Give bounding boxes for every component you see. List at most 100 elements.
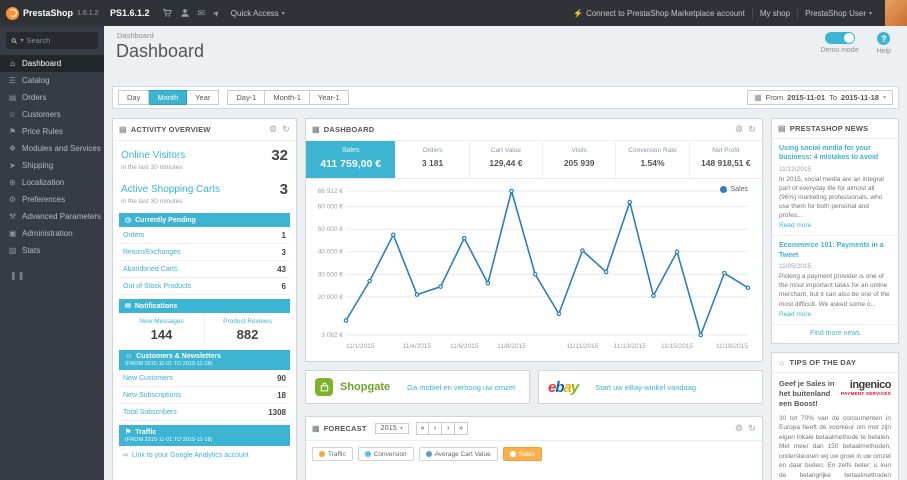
abandoned-carts-link[interactable]: Abandoned Carts [123,266,177,273]
svg-text:11/6/2015: 11/6/2015 [450,343,479,350]
panel-title: FORECAST [323,424,367,433]
last-page-icon[interactable]: » [455,422,469,435]
catalog-icon: ☰ [8,76,17,85]
filter-year-1-button[interactable]: Year-1 [309,90,349,105]
filter-day-1-button[interactable]: Day-1 [227,90,266,105]
toggle-label: Conversion [373,450,407,458]
shop-name-link[interactable]: PS1.6.1.2 [110,8,150,18]
sidebar-item-dashboard[interactable]: ⌂ Dashboard [0,55,104,72]
shopgate-promo: Shopgate Ga mobiel en verhoog uw omzet [305,370,530,404]
kpi-label: Sales [341,147,360,154]
forecast-sales-toggle[interactable]: Sales [502,447,542,461]
divider [751,7,753,19]
sidebar-item-catalog[interactable]: ☰ Catalog [0,72,104,89]
news-title-link[interactable]: Ecommerce 101: Payments in a Tweet [779,241,891,260]
filter-month-1-button[interactable]: Month-1 [265,90,310,105]
news-title-link[interactable]: Using social media for your business: 4 … [779,144,891,163]
new-customers-row: New Customers 90 [119,370,290,387]
first-page-icon[interactable]: « [416,422,430,435]
new-customers-link[interactable]: New Customers [123,375,173,382]
sidebar-item-orders[interactable]: ▤ Orders [0,89,104,106]
sidebar-item-localization[interactable]: ⊕ Localization [0,174,104,191]
gear-icon[interactable]: ⚙ [735,124,743,135]
my-shop-link[interactable]: My shop [760,9,790,18]
sidebar-item-price-rules[interactable]: ⚑ Price Rules [0,123,104,140]
filter-year-button[interactable]: Year [187,90,220,105]
user-menu[interactable]: PrestaShop User ▾ [805,9,872,18]
gear-icon[interactable]: ⚙ [735,423,743,434]
customers-notifications-icon[interactable] [180,8,190,18]
refresh-icon[interactable]: ↻ [748,423,756,434]
clock-icon: ◷ [125,217,132,224]
product-reviews-stat[interactable]: Product Reviews 882 [204,313,290,346]
help-icon[interactable]: ? [877,32,891,45]
sidebar: ▾ ⌂ Dashboard ☰ Catalog ▤ Orders ☺ Customers… [0,26,104,480]
filter-day-button[interactable]: Day [118,90,150,105]
kpi-conversion-rate[interactable]: Conversion Rate 1.54% [616,141,690,178]
marketplace-link[interactable]: ⚡ Connect to PrestaShop Marketplace acco… [573,9,745,18]
shopgate-link[interactable]: Ga mobiel en verhoog uw omzet [407,383,515,392]
quick-access-menu[interactable]: Quick Access ▾ [231,9,285,18]
forecast-average-cart-toggle[interactable]: Average Cart Value [418,447,498,461]
online-visitors-link[interactable]: Online Visitors [121,150,185,161]
sidebar-item-modules[interactable]: ❖ Modules and Services [0,140,104,157]
kpi-net-profit[interactable]: Net Profit 148 918,51 € [690,141,762,178]
search-input[interactable] [26,36,93,45]
filter-month-button[interactable]: Month [149,90,188,105]
next-page-icon[interactable]: › [442,422,456,435]
find-more-news-link[interactable]: Find more news [772,323,898,343]
chart-icon: ▧ [8,246,17,255]
sidebar-item-administration[interactable]: ▣ Administration [0,225,104,242]
kpi-orders[interactable]: Orders 3 181 [396,141,470,178]
calendar-icon: ▦ [754,93,762,102]
read-more-link[interactable]: Read more [779,311,891,318]
prestashop-brand[interactable]: PrestaShop 1.6.1.2 [0,6,104,20]
messages-notifications-icon[interactable]: ✉ [198,8,206,19]
read-more-link[interactable]: Read more [779,222,891,229]
sidebar-search[interactable]: ▾ [6,32,98,49]
forecast-traffic-toggle[interactable]: Traffic [312,447,353,461]
previous-page-icon[interactable]: ‹ [429,422,443,435]
forecast-year-select[interactable]: 2015 ▾ [374,423,410,434]
lightning-icon: ⚡ [573,8,584,18]
sidebar-collapse-button[interactable]: ❚❚ [10,271,104,280]
news-item: Ecommerce 101: Payments in a Tweet 11/05… [772,235,898,323]
sidebar-item-shipping[interactable]: ➤ Shipping [0,157,104,174]
total-subscribers-link[interactable]: Total Subscribers [123,409,177,416]
ebay-link[interactable]: Start uw eBay-winkel vandaag [595,383,696,392]
gear-icon[interactable]: ⚙ [269,124,277,135]
active-carts-link[interactable]: Active Shopping Carts [121,184,220,195]
ingenico-logo[interactable]: ingenico PAYMENT SERVICES [841,379,891,409]
forecast-conversion-toggle[interactable]: Conversion [357,447,414,461]
page-title: Dashboard [116,41,205,61]
new-messages-stat[interactable]: New Messages 144 [119,313,204,346]
user-avatar[interactable] [885,0,907,26]
row-value: 1308 [268,407,286,417]
upgrade-rocket-icon[interactable]: ➤ [211,7,222,18]
sidebar-item-label: Administration [22,229,73,238]
kpi-cart-value[interactable]: Cart Value 129,44 € [470,141,544,178]
sidebar-item-advanced-parameters[interactable]: ⚒ Advanced Parameters [0,208,104,225]
sidebar-item-customers[interactable]: ☺ Customers [0,106,104,123]
admin-icon: ▣ [8,229,17,238]
demo-mode-toggle[interactable] [824,32,855,44]
new-subscriptions-link[interactable]: New Subscriptions [123,392,181,399]
date-range-picker[interactable]: ▦ From 2015-11-01 To 2015-11-18 ▾ [747,90,893,105]
sidebar-item-stats[interactable]: ▧ Stats [0,242,104,259]
activity-overview-panel: ▤ ACTIVITY OVERVIEW ⚙ ↻ Online Visitors … [112,118,297,480]
kpi-sales[interactable]: Sales 411 759,00 € [306,141,397,178]
news-body: In 2015, social media are an integral pa… [779,175,884,220]
pending-section-header: ◷ Currently Pending [119,213,290,227]
shopgate-wordmark: Shopgate [340,381,391,393]
cart-notifications-icon[interactable] [162,8,172,18]
refresh-icon[interactable]: ↻ [748,124,756,135]
out-of-stock-link[interactable]: Out of Stock Products [123,283,191,290]
news-body: Picking a payment provider is one of the… [779,273,890,308]
kpi-visits[interactable]: Visits 205 939 [543,141,617,178]
returns-link[interactable]: Return/Exchanges [123,249,181,256]
pending-orders-link[interactable]: Orders [123,232,144,239]
sidebar-item-preferences[interactable]: ⚙ Preferences [0,191,104,208]
search-icon [11,37,17,44]
refresh-icon[interactable]: ↻ [282,124,290,135]
google-analytics-link[interactable]: ∞ Link to your Google Analytics account [113,446,296,465]
